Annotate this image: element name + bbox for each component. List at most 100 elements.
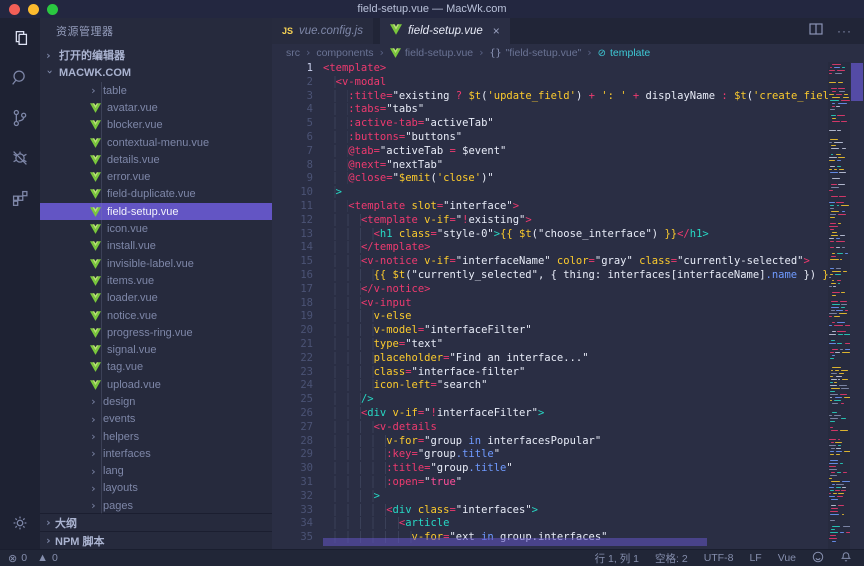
extensions-icon[interactable] <box>0 178 40 218</box>
code-editor[interactable]: 1<template>2 <v-modal3 :title="existing … <box>272 62 828 549</box>
code-line-13: 13 <h1 class="style-0">{{ $t("choose_int… <box>272 228 828 242</box>
feedback-smiley-icon[interactable] <box>812 551 824 566</box>
file-item-invisible-label.vue[interactable]: invisible-label.vue <box>40 255 272 272</box>
file-tree: ›tableavatar.vueblocker.vuecontextual-me… <box>40 82 272 514</box>
folder-item-lang[interactable]: ›lang <box>40 463 272 480</box>
breadcrumb-item-field-setup.vue[interactable]: {}"field-setup.vue" <box>489 47 581 59</box>
code-line-14: 14 </template> <box>272 241 828 255</box>
debug-icon[interactable] <box>0 138 40 178</box>
file-item-error.vue[interactable]: error.vue <box>40 168 272 185</box>
breadcrumb-item-field-setup.vue[interactable]: field-setup.vue <box>390 47 473 59</box>
file-label: layouts <box>103 482 138 494</box>
split-editor-icon[interactable] <box>809 22 823 40</box>
notifications-bell-icon[interactable] <box>840 551 852 566</box>
vertical-scrollbar-thumb[interactable] <box>851 63 863 101</box>
folder-item-pages[interactable]: ›pages <box>40 497 272 514</box>
folder-item-layouts[interactable]: ›layouts <box>40 480 272 497</box>
source-control-icon[interactable] <box>0 98 40 138</box>
file-item-progress-ring.vue[interactable]: progress-ring.vue <box>40 324 272 341</box>
warnings-indicator[interactable]: ▲ 0 <box>37 552 58 564</box>
folder-item-events[interactable]: ›events <box>40 411 272 428</box>
file-item-tag.vue[interactable]: tag.vue <box>40 359 272 376</box>
code-line-5: 5 :active-tab="activeTab" <box>272 117 828 131</box>
warning-icon: ▲ <box>37 552 48 564</box>
file-label: design <box>103 396 135 408</box>
errors-indicator[interactable]: ⊗ 0 <box>8 552 27 565</box>
vue-file-icon <box>90 189 101 199</box>
breadcrumb-item-src[interactable]: src <box>286 47 300 59</box>
file-item-field-duplicate.vue[interactable]: field-duplicate.vue <box>40 186 272 203</box>
file-label: interfaces <box>103 448 151 460</box>
tab-vue.config.js[interactable]: JSvue.config.js <box>272 18 373 44</box>
chevron-right-icon: › <box>90 430 100 443</box>
file-item-signal.vue[interactable]: signal.vue <box>40 341 272 358</box>
file-item-avatar.vue[interactable]: avatar.vue <box>40 99 272 116</box>
file-label: field-duplicate.vue <box>107 188 196 200</box>
open-editors-section[interactable]: › 打开的编辑器 <box>40 46 272 64</box>
title-bar: field-setup.vue — MacWk.com <box>0 0 864 18</box>
file-item-icon.vue[interactable]: icon.vue <box>40 220 272 237</box>
outline-section[interactable]: › 大纲 <box>40 513 272 531</box>
file-label: field-setup.vue <box>107 206 179 218</box>
explorer-icon[interactable] <box>0 18 40 58</box>
file-item-install.vue[interactable]: install.vue <box>40 238 272 255</box>
close-window-button[interactable] <box>9 4 20 15</box>
file-label: details.vue <box>107 154 160 166</box>
file-item-blocker.vue[interactable]: blocker.vue <box>40 117 272 134</box>
js-file-icon: JS <box>282 26 293 36</box>
vue-file-icon <box>90 293 101 303</box>
status-item-11[interactable]: 行 1, 列 1 <box>595 551 639 566</box>
code-line-8: 8 @next="nextTab" <box>272 159 828 173</box>
file-item-details.vue[interactable]: details.vue <box>40 151 272 168</box>
vue-file-icon <box>390 48 401 58</box>
file-label: table <box>103 85 127 97</box>
code-line-17: 17 </v-notice> <box>272 283 828 297</box>
vue-file-icon <box>90 172 101 182</box>
code-line-9: 9 @close="$emit('close')" <box>272 172 828 186</box>
code-line-30: 30 :title="group.title" <box>272 462 828 476</box>
workspace-section[interactable]: › MACWK.COM <box>40 64 272 82</box>
close-tab-icon[interactable]: × <box>493 24 500 38</box>
file-item-upload.vue[interactable]: upload.vue <box>40 376 272 393</box>
more-actions-icon[interactable]: ··· <box>837 24 852 38</box>
minimize-window-button[interactable] <box>28 4 39 15</box>
code-line-18: 18 <v-input <box>272 297 828 311</box>
status-item-2[interactable]: 空格: 2 <box>655 551 688 566</box>
file-label: events <box>103 413 135 425</box>
activity-bar <box>0 18 40 549</box>
horizontal-scrollbar-thumb[interactable] <box>323 538 707 546</box>
code-line-22: 22 placeholder="Find an interface..." <box>272 352 828 366</box>
breadcrumb-item-template[interactable]: ⊘template <box>598 47 651 59</box>
file-item-loader.vue[interactable]: loader.vue <box>40 290 272 307</box>
file-item-items.vue[interactable]: items.vue <box>40 272 272 289</box>
folder-item-interfaces[interactable]: ›interfaces <box>40 445 272 462</box>
file-item-field-setup.vue[interactable]: field-setup.vue <box>40 203 272 220</box>
search-icon[interactable] <box>0 58 40 98</box>
breadcrumb-item-components[interactable]: components <box>316 47 373 59</box>
vertical-scrollbar[interactable] <box>850 62 864 549</box>
status-item-Vue[interactable]: Vue <box>778 552 796 564</box>
breadcrumb: src›components›field-setup.vue›{}"field-… <box>272 44 864 62</box>
file-item-notice.vue[interactable]: notice.vue <box>40 307 272 324</box>
status-item-UTF8[interactable]: UTF-8 <box>704 552 734 564</box>
settings-gear-icon[interactable] <box>0 503 40 543</box>
code-line-27: 27 <v-details <box>272 421 828 435</box>
code-line-21: 21 type="text" <box>272 338 828 352</box>
zoom-window-button[interactable] <box>47 4 58 15</box>
folder-item-design[interactable]: ›design <box>40 393 272 410</box>
vue-file-icon <box>90 241 101 251</box>
folder-item-table[interactable]: ›table <box>40 82 272 99</box>
vscode-window: field-setup.vue — MacWk.com 资源管理器 › 打开的编… <box>0 0 864 566</box>
tab-field-setup.vue[interactable]: field-setup.vue× <box>380 18 510 44</box>
chevron-right-icon: › <box>90 465 100 478</box>
editor-group: JSvue.config.jsfield-setup.vue× ··· src›… <box>272 18 864 549</box>
minimap[interactable] <box>828 62 850 549</box>
status-item-LF[interactable]: LF <box>749 552 761 564</box>
code-line-26: 26 <div v-if="!interfaceFilter"> <box>272 407 828 421</box>
file-label: error.vue <box>107 171 150 183</box>
vue-file-icon <box>90 120 101 130</box>
npm-scripts-section[interactable]: › NPM 脚本 <box>40 531 272 549</box>
vue-file-icon <box>90 207 101 217</box>
file-item-contextual-menu.vue[interactable]: contextual-menu.vue <box>40 134 272 151</box>
folder-item-helpers[interactable]: ›helpers <box>40 428 272 445</box>
